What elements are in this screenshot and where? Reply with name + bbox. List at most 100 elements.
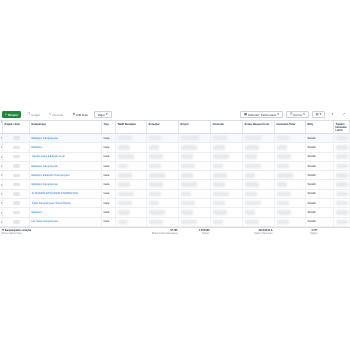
edit-button[interactable]: ✎ Düzenle — [46, 111, 67, 118]
header-impressions[interactable]: Gösterim — [211, 121, 243, 133]
redacted-value — [244, 210, 255, 215]
row-spent-cell — [275, 180, 306, 189]
row-name-cell[interactable]: Etkileşim Kampanyası — [30, 134, 102, 143]
row-name-cell[interactable]: Etkileşim Kampanyası — [30, 161, 102, 171]
ab-test-button[interactable]: ⚗ A/B Testi — [69, 111, 91, 118]
campaign-name[interactable]: ALIŞVERİŞ ETKİLEŞİM KAMPANYASI — [32, 192, 79, 195]
header-amount-spent[interactable]: Harcanan Tutar — [275, 121, 306, 133]
campaign-name[interactable]: Hız Satış Kampanyası — [32, 220, 59, 223]
row-name-cell[interactable]: Hız Satış Kampanyası — [30, 217, 102, 226]
row-name-cell[interactable]: Etkileşim Kampanyası — [30, 180, 102, 189]
expand-button[interactable]: ⤢ — [340, 111, 348, 118]
delivery-status: Geta — [103, 155, 110, 159]
row-last-cell — [334, 134, 350, 143]
campaign-toggle[interactable] — [12, 136, 20, 140]
campaign-toggle[interactable] — [12, 182, 20, 187]
campaign-toggle[interactable] — [12, 201, 20, 205]
row-toggle-cell[interactable] — [3, 199, 30, 208]
campaign-toggle[interactable] — [12, 145, 20, 150]
table-row[interactable]: Etkileşim Kampanyası Geta Sürekli — [0, 161, 350, 172]
columns-dropdown[interactable]: ▦ Sütunlar: Performans ▾ — [240, 111, 283, 118]
export-button[interactable]: ⇪ — [328, 111, 337, 118]
create-label: Oluştur — [7, 112, 19, 117]
create-button[interactable]: + Oluştur — [2, 111, 22, 118]
header-bid[interactable]: Teklif Stratejisi — [116, 121, 147, 133]
row-toggle-cell[interactable] — [3, 134, 30, 143]
campaign-toggle[interactable] — [12, 154, 20, 159]
row-toggle-cell[interactable] — [3, 208, 30, 217]
row-cpr-cell — [243, 152, 275, 161]
redacted-value — [212, 182, 225, 187]
row-toggle-cell[interactable] — [3, 217, 30, 226]
row-delivery-cell: Geta — [102, 208, 116, 217]
table-row[interactable]: Etkileşim Kampanyası Geta Sürekli — [0, 180, 350, 190]
campaign-name[interactable]: Etkileşim Kampanyası — [32, 137, 58, 140]
row-toggle-cell[interactable] — [3, 161, 30, 171]
table-row[interactable]: Yapılan Satış Etkileşim Kmp. Geta Sürekl… — [0, 152, 350, 162]
row-toggle-cell[interactable] — [3, 180, 30, 189]
row-name-cell[interactable]: ALIŞVERİŞ ETKİLEŞİM KAMPANYASI — [30, 189, 102, 199]
campaign-toggle[interactable] — [12, 192, 20, 196]
duplicate-button[interactable]: ❐ Çoğalt — [24, 111, 42, 118]
other-dropdown[interactable]: Diğer ▾ — [93, 111, 112, 118]
header-toggle[interactable]: Kapalı / Açık — [3, 121, 30, 133]
row-last-cell — [334, 189, 350, 199]
header-name[interactable]: Kampanyas — [30, 121, 102, 133]
reports-button[interactable]: ▥ ▾ — [311, 111, 326, 118]
totals-reach-sub: Birden Fazla Kampanya — [151, 232, 178, 236]
table-row[interactable]: Etkileşim Kampanyası Geta Sürekli — [0, 134, 350, 144]
campaign-name[interactable]: Etkileşim — [32, 211, 43, 214]
row-impressions-cell — [211, 143, 243, 152]
delivery-status: Geta — [103, 220, 110, 224]
row-name-cell[interactable]: Yapılan Satış Etkileşim Kmp. — [30, 152, 102, 161]
table-row[interactable]: Trafik Kampanyası (Sanal Reels) Geta Sür… — [0, 199, 350, 209]
redacted-value — [212, 200, 225, 206]
row-name-cell[interactable]: Etkileşim — [30, 208, 102, 217]
row-toggle-cell[interactable] — [3, 143, 30, 152]
header-ends[interactable]: Bitiş — [306, 121, 334, 133]
chevron-down-icon: ▾ — [319, 112, 322, 116]
row-end-cell: Sürekli — [306, 134, 334, 143]
campaign-name[interactable]: Etkileşim — [32, 146, 43, 149]
header-cost-per-result[interactable]: Sonuç Başına Ücret — [243, 121, 275, 133]
redacted-value — [180, 200, 195, 206]
row-delivery-cell: Geta — [102, 161, 116, 171]
table-row[interactable]: Hız Satış Kampanyası Geta Sürekli — [0, 217, 350, 227]
campaign-name[interactable]: Etkileşim Etkileşim Kampanyası — [32, 174, 70, 177]
end-value: Sürekli — [307, 211, 316, 215]
row-name-cell[interactable]: Etkileşim Etkileşim Kampanyası — [30, 171, 102, 180]
table-row[interactable]: Etkileşim Geta Sürekli — [0, 143, 350, 153]
row-name-cell[interactable]: Trafik Kampanyası (Sanal Reels) — [30, 199, 102, 208]
row-cpr-cell — [243, 199, 275, 208]
row-toggle-cell[interactable] — [3, 152, 30, 161]
campaign-toggle[interactable] — [12, 164, 20, 168]
columns-label: Sütunlar: Performans — [247, 112, 277, 117]
header-results[interactable]: Sonuçlar — [147, 121, 179, 133]
campaign-name[interactable]: Etkileşim Kampanyası — [32, 165, 58, 168]
breakdown-dropdown[interactable]: ☰ Kırılım ▾ — [285, 111, 309, 118]
campaign-toggle[interactable] — [12, 210, 20, 215]
campaign-name[interactable]: Etkileşim Kampanyası — [32, 183, 58, 186]
row-end-cell: Sürekli — [306, 180, 334, 189]
row-delivery-cell: Geta — [102, 217, 116, 226]
row-name-cell[interactable]: Etkileşim — [30, 143, 102, 152]
redacted-value — [180, 145, 197, 150]
redacted-value — [276, 145, 287, 150]
row-cpr-cell — [243, 143, 275, 152]
row-toggle-cell[interactable] — [3, 171, 30, 180]
table-row[interactable]: Etkileşim Etkileşim Kampanyası Geta Süre… — [0, 171, 350, 181]
campaign-toggle[interactable] — [12, 173, 20, 178]
campaign-toggle[interactable] — [12, 220, 20, 224]
campaign-name[interactable]: Trafik Kampanyası (Sanal Reels) — [32, 202, 71, 205]
header-reach[interactable]: Erişim — [179, 121, 211, 133]
header-delivery[interactable]: Yayı — [102, 121, 116, 133]
header-schedule[interactable]: Toplam Harcama Limiti — [334, 121, 350, 133]
row-toggle-cell[interactable] — [3, 189, 30, 199]
table-row[interactable]: ALIŞVERİŞ ETKİLEŞİM KAMPANYASI Geta Süre… — [0, 189, 350, 200]
redacted-value — [117, 154, 134, 159]
row-reach-cell — [179, 199, 211, 208]
end-value: Sürekli — [307, 164, 316, 168]
table-row[interactable]: Etkileşim Geta Sürekli — [0, 208, 350, 218]
campaigns-table: Kapalı / Açık Kampanyas Yayı Teklif Stra… — [0, 120, 350, 236]
campaign-name[interactable]: Yapılan Satış Etkileşim Kmp. — [32, 155, 66, 158]
